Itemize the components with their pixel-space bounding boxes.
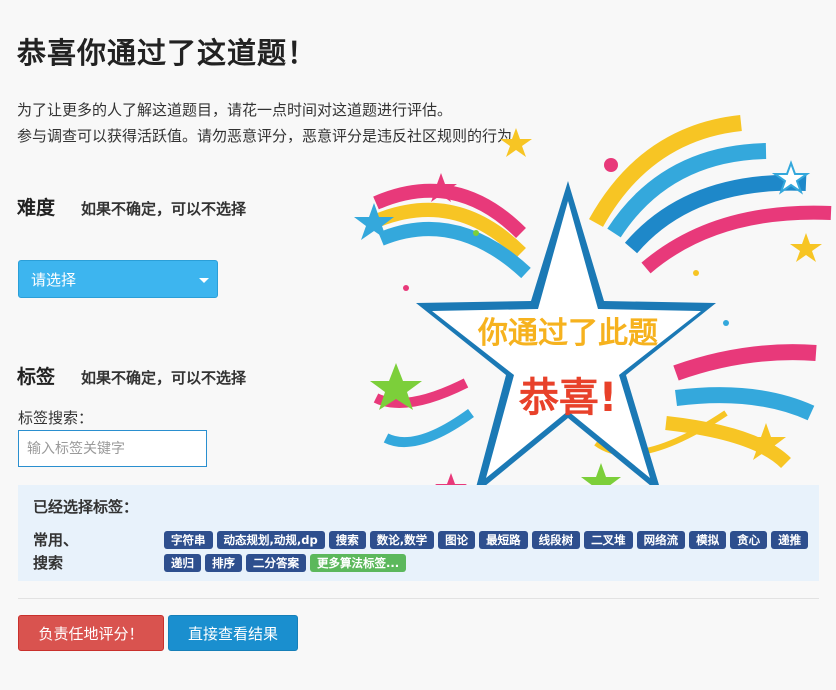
tag-chip[interactable]: 字符串 — [164, 531, 213, 549]
tag-chip[interactable]: 贪心 — [730, 531, 768, 549]
tag-chip[interactable]: 递归 — [164, 554, 201, 572]
tag-chip[interactable]: 模拟 — [689, 531, 727, 549]
chevron-down-icon — [199, 278, 209, 283]
selected-tags-panel: 已经选择标签： 常用、 搜索 字符串 动态规划,动规,dp 搜索 数论,数学 图论 最短路… — [18, 485, 819, 581]
view-result-button[interactable]: 直接查看结果 — [168, 615, 298, 651]
more-tags-button[interactable]: 更多算法标签... — [310, 554, 407, 572]
selected-tags-heading: 已经选择标签： — [33, 498, 139, 516]
tag-chip[interactable]: 二叉堆 — [584, 531, 633, 549]
tag-chip[interactable]: 数论,数学 — [369, 531, 435, 549]
illustration-line-1: 你通过了此题 — [477, 316, 658, 351]
tag-chip[interactable]: 网络流 — [636, 531, 686, 549]
tag-chip[interactable]: 二分答案 — [246, 554, 306, 572]
difficulty-header: 难度 如果不确定，可以不选择 — [17, 193, 246, 220]
rate-button[interactable]: 负责任地评分！ — [18, 615, 164, 651]
tag-group-label-line-2: 搜索 — [33, 554, 64, 572]
congratulations-illustration: 你通过了此题 恭喜! — [354, 115, 832, 502]
tag-chip[interactable]: 动态规划,动规,dp — [216, 531, 325, 549]
tag-chip[interactable]: 线段树 — [531, 531, 581, 549]
tags-header: 标签 如果不确定，可以不选择 — [17, 362, 246, 389]
tag-group-label-line-1: 常用、 — [33, 531, 79, 549]
difficulty-hint: 如果不确定，可以不选择 — [81, 200, 247, 218]
illustration-line-2: 恭喜! — [518, 375, 617, 421]
tag-group-label: 常用、 搜索 — [33, 529, 93, 575]
difficulty-select[interactable]: 请选择 — [18, 260, 218, 298]
tag-chip[interactable]: 最短路 — [479, 531, 528, 549]
page-title: 恭喜你通过了这道题！ — [17, 36, 318, 70]
tag-list: 字符串 动态规划,动规,dp 搜索 数论,数学 图论 最短路 线段树 二叉堆 网络流 模拟 贪心 递推… — [164, 531, 814, 572]
difficulty-heading: 难度 — [17, 197, 56, 219]
page: 恭喜你通过了这道题！ 为了让更多的人了解这道题目，请花一点时间对这道题进行评估。… — [0, 0, 836, 690]
tags-heading: 标签 — [17, 366, 56, 388]
tag-search-label: 标签搜索： — [18, 409, 94, 427]
tag-chip[interactable]: 搜索 — [328, 531, 366, 549]
tag-search-input[interactable] — [18, 430, 207, 467]
tags-hint: 如果不确定，可以不选择 — [81, 369, 247, 387]
divider — [18, 598, 819, 599]
difficulty-select-value: 请选择 — [31, 270, 77, 289]
tag-chip[interactable]: 图论 — [438, 531, 476, 549]
tag-chip[interactable]: 递推 — [771, 531, 809, 549]
tag-chip[interactable]: 排序 — [205, 554, 242, 572]
